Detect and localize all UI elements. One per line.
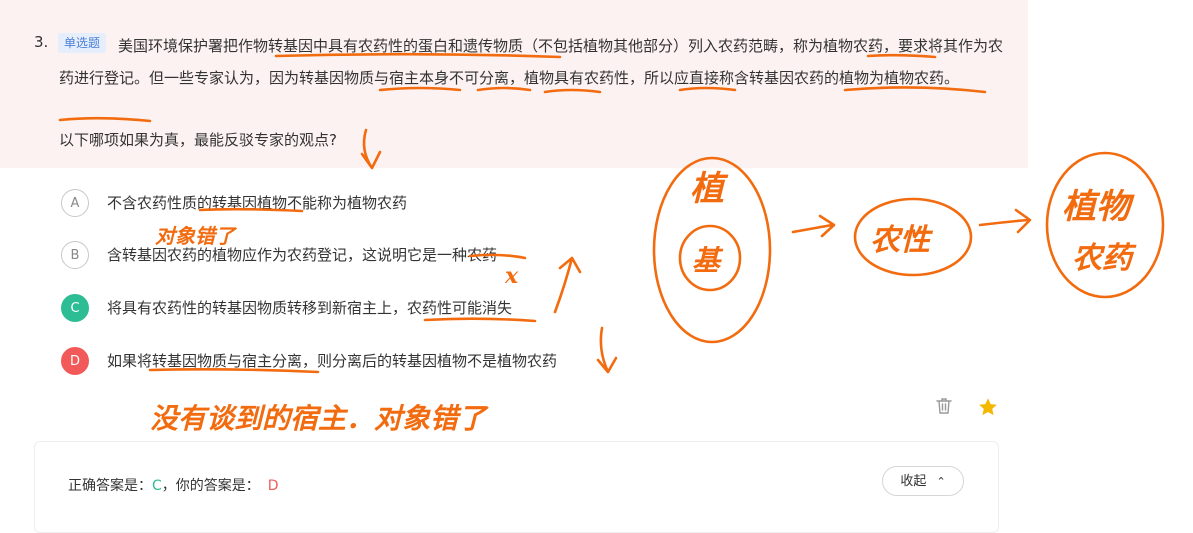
option-d[interactable]: D 如果将转基因物质与宿主分离，则分离后的转基因植物不是植物农药 — [61, 347, 761, 377]
option-letter-c[interactable]: C — [61, 294, 89, 322]
your-answer-value: D — [267, 478, 279, 494]
chevron-up-icon: ⌃ — [936, 475, 946, 488]
option-letter-b[interactable]: B — [61, 241, 89, 269]
question-number: 3. — [34, 33, 49, 51]
option-text-b[interactable]: 含转基因农药的植物应作为农药登记，这说明它是一种农药 — [107, 245, 497, 265]
right-blank-pane — [1028, 0, 1193, 514]
answer-summary: 正确答案是：C，你的答案是： D — [68, 475, 279, 495]
note-d-text: 没有谈到的宿主．对象错了 — [150, 402, 489, 435]
option-letter-d[interactable]: D — [61, 347, 89, 375]
question-prompt: 以下哪项如果为真，最能反驳专家的观点? — [59, 131, 337, 149]
collapse-button[interactable]: 收起 ⌃ — [882, 466, 964, 496]
answer-separator: ， — [161, 478, 176, 494]
trash-icon[interactable] — [934, 396, 954, 416]
arrow-right-1 — [791, 214, 836, 238]
star-icon[interactable] — [977, 396, 997, 416]
collapse-label: 收起 — [900, 474, 927, 489]
circle-2-text: 农性 — [870, 223, 934, 258]
correct-answer-value: C — [152, 478, 162, 494]
arrow-right-2 — [978, 208, 1032, 234]
option-text-d[interactable]: 如果将转基因物质与宿主分离，则分离后的转基因植物不是植物农药 — [107, 351, 557, 371]
answer-card: 正确答案是：C，你的答案是： D 收起 ⌃ — [34, 441, 999, 533]
option-text-c[interactable]: 将具有农药性的转基因物质转移到新宿主上，农药性可能消失 — [107, 298, 512, 318]
correct-answer-label: 正确答案是： — [68, 478, 152, 494]
option-a[interactable]: A 不含农药性质的转基因植物不能称为植物农药 — [61, 189, 761, 219]
your-answer-label: 你的答案是： — [175, 478, 260, 494]
option-b[interactable]: B 含转基因农药的植物应作为农药登记，这说明它是一种农药 — [61, 241, 761, 271]
option-letter-a[interactable]: A — [61, 189, 89, 217]
question-stem: 美国环境保护署把作物转基因中具有农药性的蛋白和遗传物质（不包括植物其他部分）列入… — [59, 37, 1004, 87]
option-text-a[interactable]: 不含农药性质的转基因植物不能称为植物农药 — [107, 193, 407, 213]
circle-node-2 — [853, 197, 973, 277]
option-c[interactable]: C 将具有农药性的转基因物质转移到新宿主上，农药性可能消失 — [61, 294, 761, 324]
